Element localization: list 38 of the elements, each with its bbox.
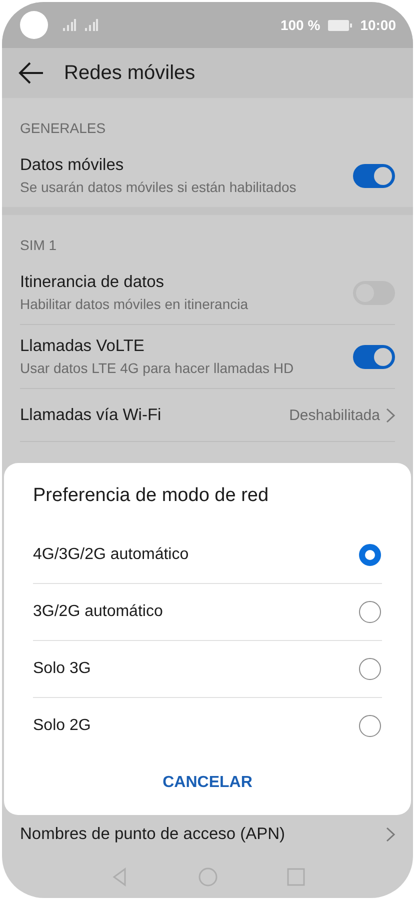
settings-row[interactable]: Itinerancia de datos Habilitar datos móviles en itinerancia: [20, 261, 395, 325]
row-title: Itinerancia de datos: [20, 273, 166, 292]
row-subtitle: Se usarán datos móviles si están habilitados: [20, 179, 298, 195]
back-arrow-icon[interactable]: [18, 62, 44, 84]
option-label[interactable]: 4G/3G/2G automático: [33, 546, 359, 564]
settings-row[interactable]: Llamadas VoLTE Usar datos LTE 4G para hacer llamadas HD: [20, 325, 395, 389]
settings-row[interactable]: Llamadas vía Wi-Fi Deshabilitada: [20, 389, 395, 442]
row-title: Datos móviles: [20, 156, 125, 175]
clock: 10:00: [360, 17, 396, 33]
row-title: Nombres de punto de acceso (APN): [20, 824, 286, 844]
toggle-switch[interactable]: [353, 164, 395, 188]
radio-button[interactable]: [359, 715, 381, 737]
option-label[interactable]: 3G/2G automático: [33, 603, 359, 621]
settings-row[interactable]: Nombres de punto de acceso (APN): [20, 810, 395, 858]
cancel-button[interactable]: CANCELAR: [152, 768, 262, 798]
row-subtitle: Habilitar datos móviles en itinerancia: [20, 296, 249, 312]
battery-icon: [328, 20, 352, 30]
section-header: GENERALES: [19, 119, 107, 138]
option-label[interactable]: Solo 3G: [33, 660, 359, 678]
toggle-switch[interactable]: [353, 344, 395, 368]
battery-percent: 100 %: [280, 17, 320, 33]
option-label[interactable]: Solo 2G: [33, 717, 359, 735]
row-value: Deshabilitada: [289, 406, 380, 424]
chevron-icon: [386, 826, 395, 842]
signal-icon: [62, 19, 76, 31]
chevron-icon: [386, 408, 395, 422]
row-title: Llamadas VoLTE: [20, 337, 146, 356]
dialog-title: Preferencia de modo de red: [32, 484, 270, 508]
radio-button[interactable]: [359, 601, 381, 623]
signal-icon: [84, 19, 98, 31]
radio-button[interactable]: [359, 544, 381, 566]
row-title: Llamadas vía Wi-Fi: [20, 406, 162, 424]
camera-cutout-icon: [20, 11, 48, 39]
row-subtitle: Usar datos LTE 4G para hacer llamadas HD: [20, 360, 295, 376]
settings-row[interactable]: Datos móviles Se usarán datos móviles si están habilitados: [20, 144, 395, 207]
section-header: SIM 1: [19, 236, 58, 255]
screen-title: Redes móviles: [64, 62, 196, 84]
radio-button[interactable]: [359, 658, 381, 680]
